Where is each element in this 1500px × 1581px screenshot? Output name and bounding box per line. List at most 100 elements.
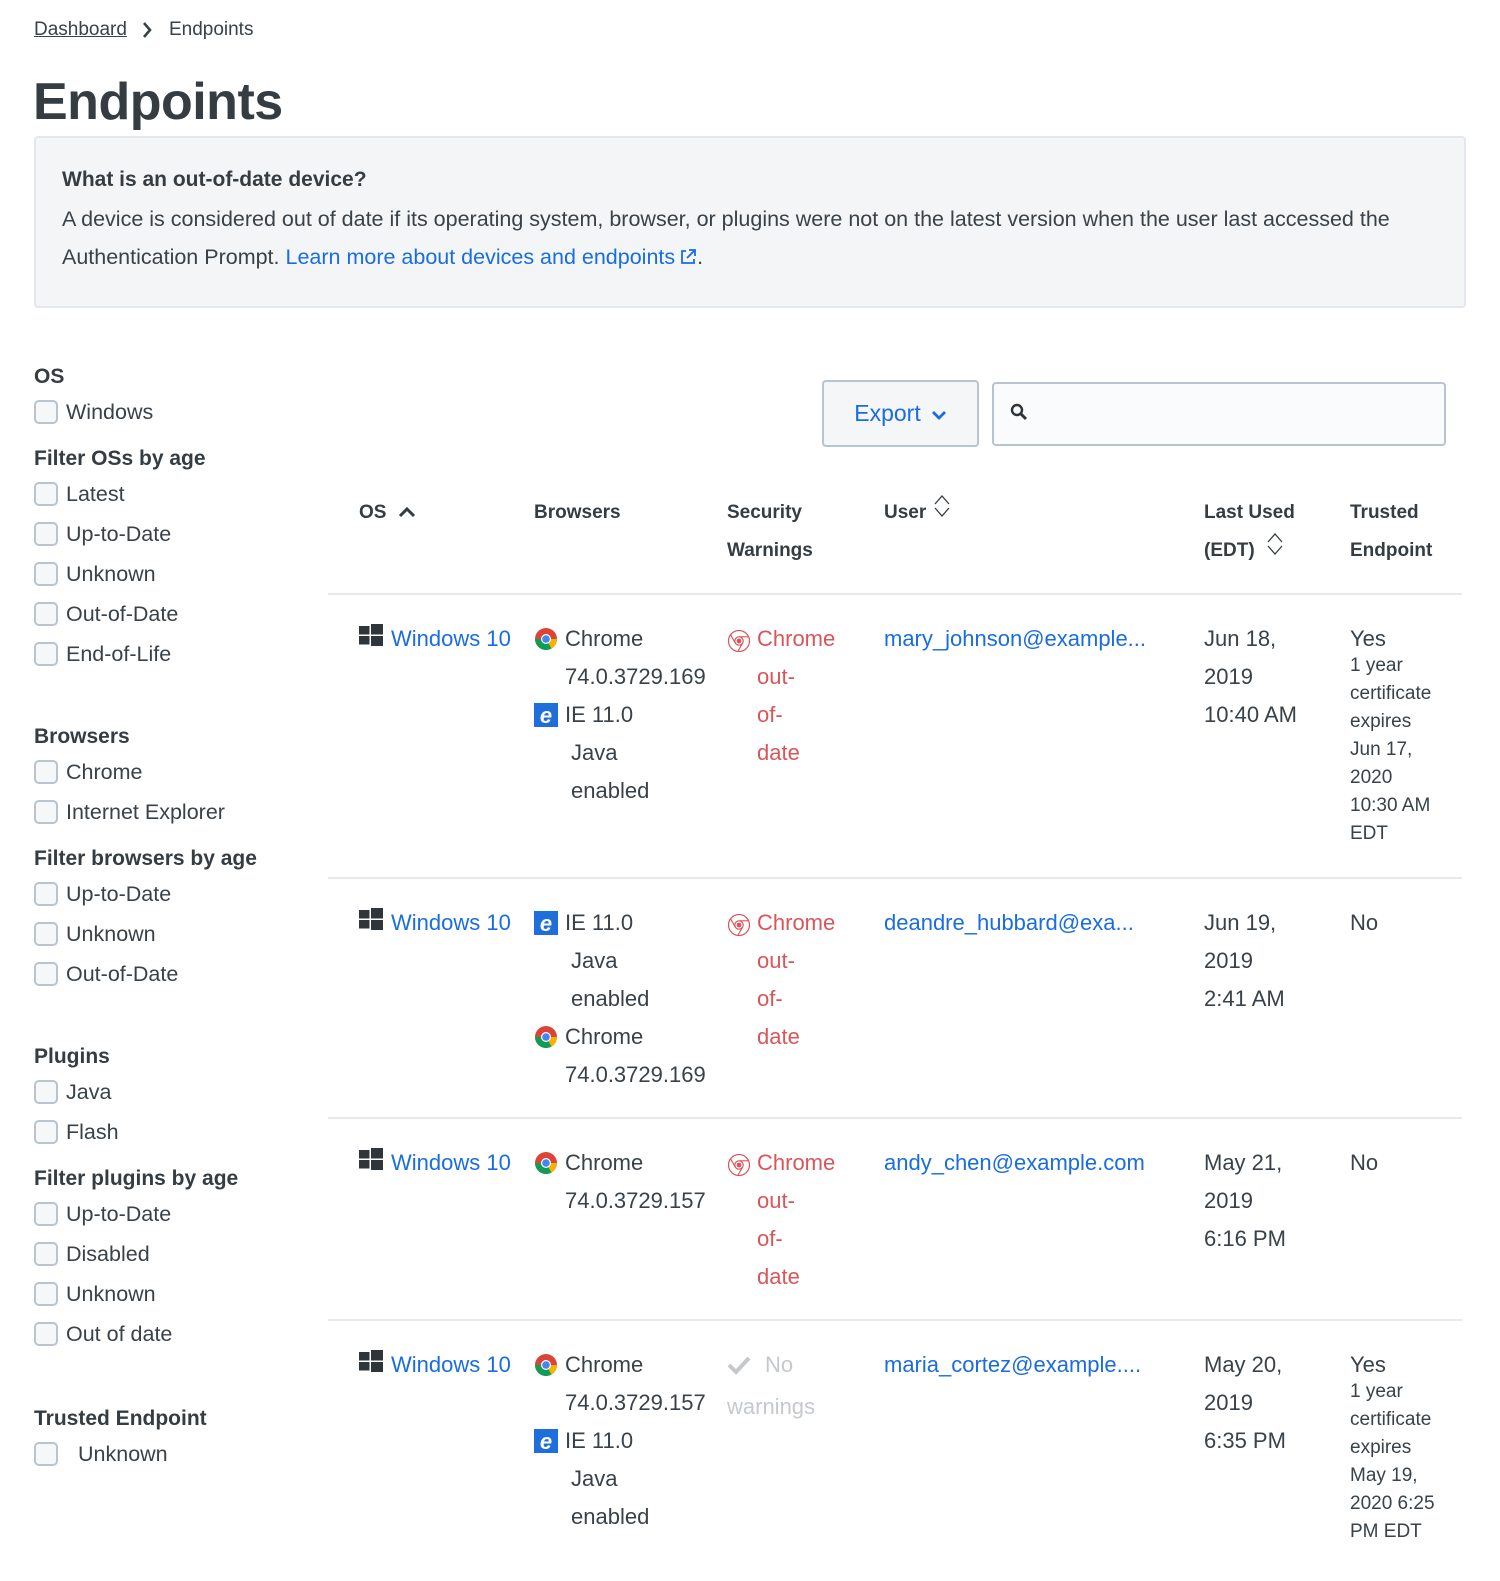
- checkbox[interactable]: [34, 1202, 58, 1226]
- detail-line: certificate: [1350, 683, 1432, 704]
- filter-title-browser-age: Filter browsers by age: [34, 847, 257, 870]
- filter-label: Out-of-Date: [66, 961, 179, 986]
- chrome-outline-icon: [727, 913, 751, 937]
- browsers-cell: Chrome 74.0.3729.157 e IE 11.0 Java enabl…: [534, 1346, 724, 1536]
- checkbox[interactable]: [34, 602, 58, 626]
- filter-plugin-age-unknown[interactable]: Unknown: [34, 1274, 314, 1314]
- column-header-user[interactable]: User: [884, 494, 952, 532]
- user-link[interactable]: mary_johnson@example...: [884, 626, 1146, 651]
- filter-browser-age-out-of-date[interactable]: Out-of-Date: [34, 954, 314, 994]
- checkbox[interactable]: [34, 1242, 58, 1266]
- filter-browser-chrome[interactable]: Chrome: [34, 752, 314, 792]
- browser-name: Chrome: [565, 1150, 644, 1175]
- browser-entry: e IE 11.0: [534, 696, 724, 734]
- filter-os-age-up-to-date[interactable]: Up-to-Date: [34, 514, 314, 554]
- user-cell: deandre_hubbard@exa...: [884, 904, 1174, 942]
- filter-trusted-unknown[interactable]: Unknown: [34, 1434, 314, 1474]
- os-link[interactable]: Windows 10: [391, 904, 511, 942]
- checkbox[interactable]: [34, 562, 58, 586]
- svg-text:e: e: [540, 1429, 552, 1453]
- detail-line: 2020: [1350, 767, 1393, 788]
- user-link[interactable]: maria_cortez@example....: [884, 1352, 1141, 1377]
- checkbox[interactable]: [34, 1080, 58, 1104]
- user-link[interactable]: andy_chen@example.com: [884, 1150, 1145, 1175]
- warning-text: Chrome: [757, 1150, 836, 1175]
- filter-label: Flash: [66, 1119, 119, 1144]
- certificate-detail: 1 year certificate expires Jun 17, 2020 …: [1350, 652, 1462, 848]
- user-link[interactable]: deandre_hubbard@exa...: [884, 910, 1134, 935]
- filter-browser-age-up-to-date[interactable]: Up-to-Date: [34, 874, 314, 914]
- column-header-last-used[interactable]: Last Used (EDT): [1204, 494, 1295, 570]
- checkbox[interactable]: [34, 642, 58, 666]
- os-link[interactable]: Windows 10: [391, 620, 511, 658]
- date-line: 2019: [1204, 948, 1253, 973]
- checkbox[interactable]: [34, 1120, 58, 1144]
- checkbox[interactable]: [34, 962, 58, 986]
- column-header-os[interactable]: OS: [359, 494, 416, 532]
- filter-browser-age-unknown[interactable]: Unknown: [34, 914, 314, 954]
- learn-more-link[interactable]: Learn more about devices and endpoints: [285, 245, 697, 269]
- filter-plugin-age-out-of-date[interactable]: Out of date: [34, 1314, 314, 1354]
- checkbox[interactable]: [34, 800, 58, 824]
- checkbox[interactable]: [34, 760, 58, 784]
- filter-plugin-flash[interactable]: Flash: [34, 1112, 314, 1152]
- warning-text: date: [757, 1024, 800, 1049]
- breadcrumb-current: Endpoints: [168, 19, 254, 40]
- table-row: Windows 10 Chrome 74.0.3729.157 e IE 11.0…: [328, 1321, 1462, 1581]
- breadcrumb: Dashboard Endpoints: [34, 19, 253, 41]
- chrome-outline-icon: [727, 1153, 751, 1177]
- filter-label: Latest: [66, 481, 125, 506]
- filter-os-age-end-of-life[interactable]: End-of-Life: [34, 634, 314, 674]
- sort-ascending-icon[interactable]: [398, 494, 416, 532]
- os-link[interactable]: Windows 10: [391, 1144, 511, 1182]
- filter-os-age-out-of-date[interactable]: Out-of-Date: [34, 594, 314, 634]
- endpoints-table: OS Browsers Security Warnings User Last U…: [328, 494, 1462, 1581]
- sort-unsorted-icon[interactable]: [1265, 532, 1285, 570]
- security-warning-cell: Chrome out- of- date: [727, 904, 847, 1056]
- time-line: 6:35 PM: [1204, 1428, 1286, 1453]
- checkbox[interactable]: [34, 400, 58, 424]
- sort-unsorted-icon[interactable]: [932, 494, 952, 532]
- search-input[interactable]: [1038, 384, 1444, 444]
- filter-title-os: OS: [34, 365, 65, 388]
- checkbox[interactable]: [34, 522, 58, 546]
- browser-entry: Chrome: [534, 1144, 724, 1182]
- checkbox[interactable]: [34, 1282, 58, 1306]
- filter-plugin-java[interactable]: Java: [34, 1072, 314, 1112]
- browser-entry: e IE 11.0: [534, 904, 724, 942]
- filter-title-trusted: Trusted Endpoint: [34, 1407, 207, 1430]
- checkbox[interactable]: [34, 1322, 58, 1346]
- checkbox[interactable]: [34, 482, 58, 506]
- checkbox[interactable]: [34, 1442, 58, 1466]
- export-button[interactable]: Export: [822, 380, 979, 447]
- trusted-endpoint-cell: Yes 1 year certificate expires Jun 17, 2…: [1350, 620, 1462, 848]
- checkmark-icon: [727, 1355, 751, 1375]
- warning-text: Chrome: [757, 910, 836, 935]
- trusted-endpoint-cell: No: [1350, 904, 1462, 942]
- search-field[interactable]: [992, 382, 1446, 446]
- header-label: OS: [359, 502, 387, 524]
- date-line: Jun 18,: [1204, 626, 1277, 651]
- filter-os-age-latest[interactable]: Latest: [34, 474, 314, 514]
- browser-version: 74.0.3729.169: [565, 664, 706, 689]
- browser-name: Chrome: [565, 626, 644, 651]
- detail-line: expires: [1350, 1437, 1412, 1458]
- browser-entry: Chrome: [534, 1018, 724, 1056]
- chrome-icon: [534, 1151, 558, 1175]
- filter-plugin-age-disabled[interactable]: Disabled: [34, 1234, 314, 1274]
- windows-icon: [359, 908, 383, 942]
- filter-plugin-age-up-to-date[interactable]: Up-to-Date: [34, 1194, 314, 1234]
- filter-os-age-unknown[interactable]: Unknown: [34, 554, 314, 594]
- breadcrumb-dashboard-link[interactable]: Dashboard: [34, 19, 127, 41]
- user-cell: mary_johnson@example...: [884, 620, 1174, 658]
- checkbox[interactable]: [34, 922, 58, 946]
- filter-os-windows[interactable]: Windows: [34, 392, 314, 432]
- filter-label: Out-of-Date: [66, 601, 179, 626]
- checkbox[interactable]: [34, 882, 58, 906]
- header-label: Security: [727, 502, 802, 523]
- trusted-value: No: [1350, 910, 1379, 935]
- user-cell: andy_chen@example.com: [884, 1144, 1174, 1182]
- filter-label: Up-to-Date: [66, 521, 172, 546]
- os-link[interactable]: Windows 10: [391, 1346, 511, 1384]
- filter-browser-ie[interactable]: Internet Explorer: [34, 792, 314, 832]
